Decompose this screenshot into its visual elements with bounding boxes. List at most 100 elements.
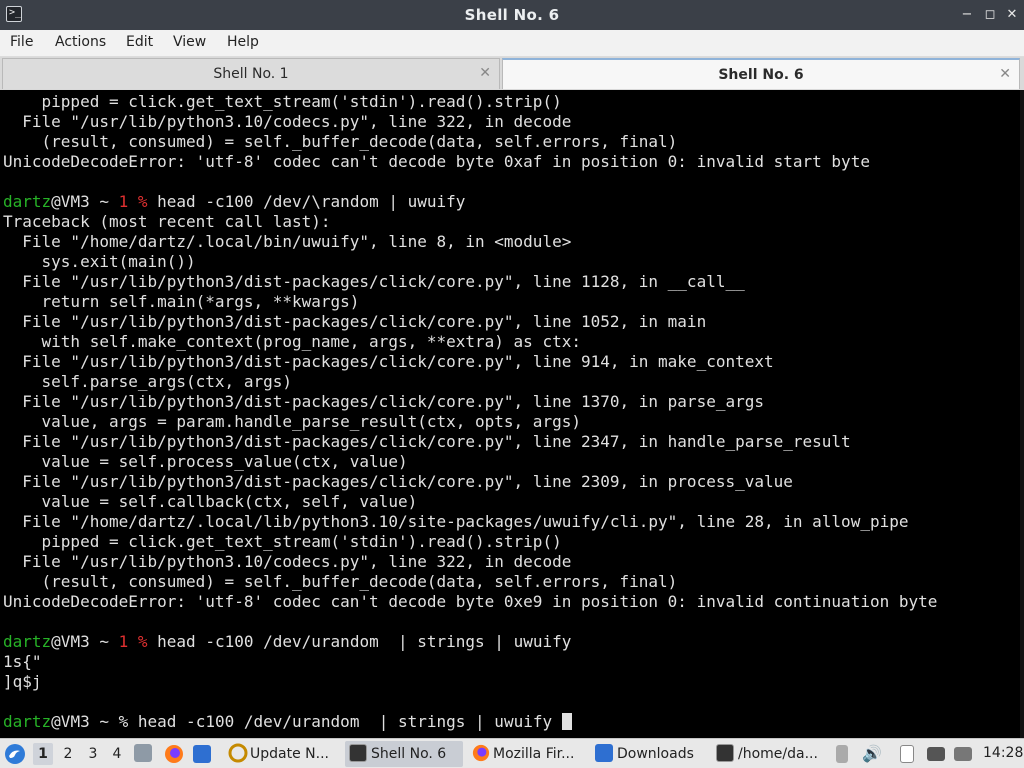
- folder-icon: [193, 745, 211, 763]
- terminal-line: self.parse_args(ctx, args): [3, 372, 292, 391]
- prompt-user: dartz: [3, 632, 52, 651]
- prompt-line: dartz@VM3 ~ 1 % head -c100 /dev/urandom …: [3, 632, 937, 652]
- prompt-exit-code: 1 %: [118, 632, 148, 651]
- prompt-host-path: @VM3 ~: [51, 712, 119, 731]
- prompt-sign: %: [118, 712, 129, 731]
- terminal-line: return self.main(*args, **kwargs): [3, 292, 360, 311]
- display-tray[interactable]: [927, 739, 949, 768]
- workspace-1[interactable]: 1: [33, 743, 53, 765]
- task-home-terminal[interactable]: /home/da...: [712, 741, 828, 767]
- maximize-button[interactable]: ◻: [980, 5, 1000, 25]
- tab-shell-1[interactable]: Shell No. 1 ✕: [2, 58, 500, 89]
- tab-bar: Shell No. 1 ✕ Shell No. 6 ✕: [0, 57, 1024, 90]
- show-desktop-button[interactable]: [134, 739, 156, 768]
- terminal-icon: [716, 744, 734, 762]
- volume-icon: 🔊: [862, 744, 882, 763]
- terminal-line: value = self.process_value(ctx, value): [3, 452, 408, 471]
- terminal-line: value = self.callback(ctx, self, value): [3, 492, 418, 511]
- prompt-host-path: @VM3 ~: [51, 192, 119, 211]
- task-update-notifier[interactable]: Update N...: [224, 741, 336, 767]
- terminal-line: (result, consumed) = self._buffer_decode…: [3, 572, 678, 591]
- display-icon: [927, 747, 945, 761]
- terminal-line: File "/usr/lib/python3/dist-packages/cli…: [3, 392, 764, 411]
- terminal-line: File "/usr/lib/python3/dist-packages/cli…: [3, 472, 793, 491]
- monitor-icon: [836, 745, 848, 763]
- command-text: head -c100 /dev/\random | uwuify: [157, 192, 466, 211]
- start-menu-icon: [5, 744, 25, 764]
- menu-view[interactable]: View: [173, 34, 206, 50]
- menu-help[interactable]: Help: [227, 34, 259, 50]
- command-input[interactable]: head -c100 /dev/urandom | strings | uwui…: [138, 712, 562, 731]
- terminal-line: UnicodeDecodeError: 'utf-8' codec can't …: [3, 152, 870, 171]
- terminal-line: 1s{": [3, 652, 42, 671]
- prompt-host-path: @VM3 ~: [51, 632, 119, 651]
- clipboard-icon: [900, 745, 914, 763]
- terminal-line: Traceback (most recent call last):: [3, 212, 331, 231]
- task-label: /home/da...: [738, 746, 818, 762]
- terminal-line: File "/usr/lib/python3/dist-packages/cli…: [3, 272, 745, 291]
- clock[interactable]: 14:28: [983, 739, 1023, 768]
- prompt-line: dartz@VM3 ~ 1 % head -c100 /dev/\random …: [3, 192, 937, 212]
- task-label: Mozilla Fir...: [493, 746, 575, 762]
- minimize-button[interactable]: −: [957, 5, 977, 25]
- terminal-line: with self.make_context(prog_name, args, …: [3, 332, 581, 351]
- tab-close-icon[interactable]: ✕: [479, 65, 491, 81]
- task-firefox[interactable]: Mozilla Fir...: [468, 741, 584, 767]
- terminal-line: File "/home/dartz/.local/bin/uwuify", li…: [3, 232, 572, 251]
- workspace-2[interactable]: 2: [58, 743, 78, 765]
- close-button[interactable]: ✕: [1002, 5, 1022, 25]
- terminal-line: File "/usr/lib/python3/dist-packages/cli…: [3, 312, 707, 331]
- prompt-exit-code: 1 %: [118, 192, 148, 211]
- task-label: Shell No. 6: [371, 746, 447, 762]
- network-tray[interactable]: [954, 739, 976, 768]
- prompt-user: dartz: [3, 192, 52, 211]
- menu-actions[interactable]: Actions: [55, 34, 106, 50]
- task-label: Downloads: [617, 746, 694, 762]
- network-icon: [954, 747, 972, 761]
- terminal-line: ]q$j: [3, 672, 42, 691]
- taskbar: 1 2 3 4 Update N... Shell No. 6 Mozilla …: [0, 738, 1024, 768]
- firefox-launcher[interactable]: [164, 739, 186, 768]
- menubar: File Actions Edit View Help: [0, 30, 1024, 57]
- firefox-icon: [472, 744, 490, 762]
- terminal-line: pipped = click.get_text_stream('stdin').…: [3, 532, 562, 551]
- menu-file[interactable]: File: [10, 34, 33, 50]
- start-menu-button[interactable]: [4, 739, 28, 768]
- menu-edit[interactable]: Edit: [126, 34, 153, 50]
- task-shell-no-6[interactable]: Shell No. 6: [345, 741, 463, 767]
- terminal-line: value, args = param.handle_parse_result(…: [3, 412, 581, 431]
- terminal-icon: [349, 744, 367, 762]
- workspace-4[interactable]: 4: [107, 743, 127, 765]
- prompt-user: dartz: [3, 712, 52, 731]
- workspace-3[interactable]: 3: [83, 743, 103, 765]
- tab-shell-6[interactable]: Shell No. 6 ✕: [502, 58, 1020, 89]
- volume-tray[interactable]: 🔊: [862, 739, 884, 768]
- terminal-line: pipped = click.get_text_stream('stdin').…: [3, 92, 562, 111]
- terminal-line: File "/usr/lib/python3.10/codecs.py", li…: [3, 552, 572, 571]
- terminal-line: File "/usr/lib/python3/dist-packages/cli…: [3, 432, 851, 451]
- terminal-line: File "/usr/lib/python3/dist-packages/cli…: [3, 352, 774, 371]
- tab-close-icon[interactable]: ✕: [999, 66, 1011, 82]
- task-downloads[interactable]: Downloads: [591, 741, 705, 767]
- window-title: Shell No. 6: [464, 6, 560, 24]
- terminal-scrollbar[interactable]: [1020, 90, 1024, 738]
- terminal-line: File "/home/dartz/.local/lib/python3.10/…: [3, 512, 909, 531]
- tab-label: Shell No. 6: [718, 67, 804, 83]
- terminal-output[interactable]: pipped = click.get_text_stream('stdin').…: [0, 90, 1024, 738]
- text-cursor: [561, 713, 572, 730]
- window-titlebar[interactable]: >_ Shell No. 6 − ◻ ✕: [0, 0, 1024, 30]
- terminal-line: (result, consumed) = self._buffer_decode…: [3, 132, 678, 151]
- firefox-icon: [165, 745, 183, 763]
- file-manager-launcher[interactable]: [193, 739, 215, 768]
- system-monitor-tray[interactable]: [836, 739, 854, 768]
- clipboard-tray[interactable]: [900, 739, 922, 768]
- folder-icon: [595, 744, 613, 762]
- prompt-line[interactable]: dartz@VM3 ~ % head -c100 /dev/urandom | …: [3, 712, 937, 732]
- tab-label: Shell No. 1: [213, 66, 289, 82]
- terminal-line: UnicodeDecodeError: 'utf-8' codec can't …: [3, 592, 938, 611]
- terminal-line: sys.exit(main()): [3, 252, 196, 271]
- task-label: Update N...: [250, 746, 329, 762]
